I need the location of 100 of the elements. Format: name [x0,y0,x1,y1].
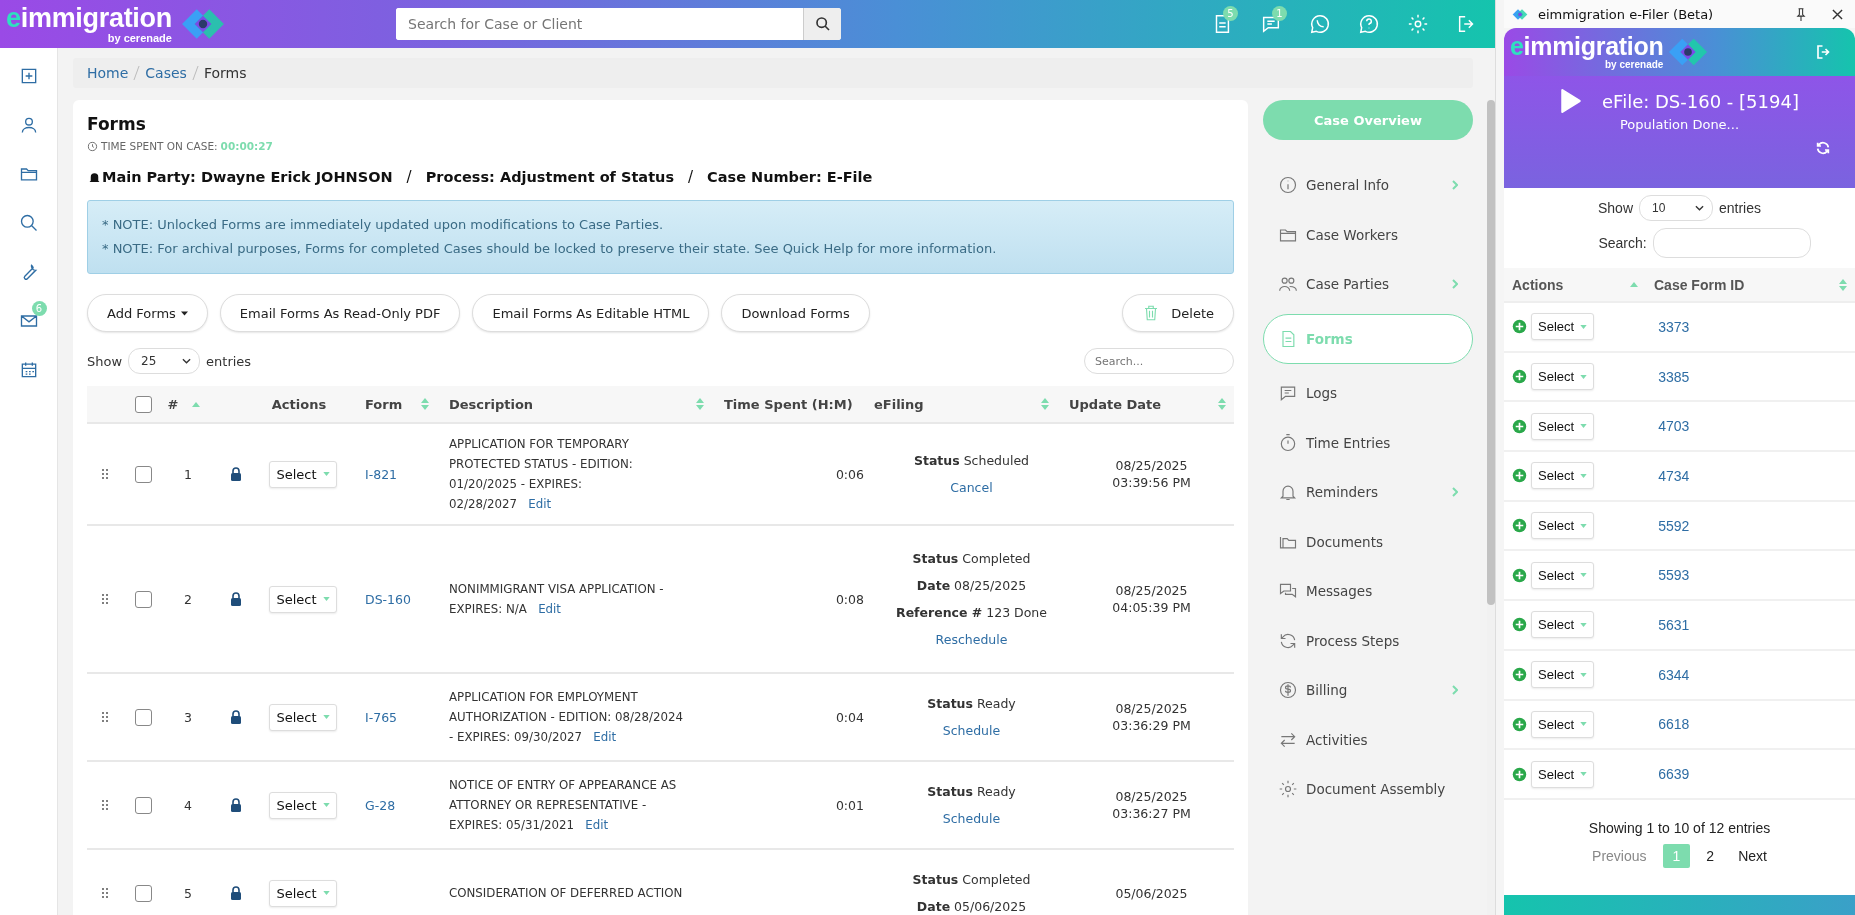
column-header[interactable]: # [167,396,179,412]
action-button[interactable]: Email Forms As Editable HTML [472,294,710,332]
case-nav-item[interactable]: Case Parties [1263,264,1473,304]
actions-dropdown[interactable]: Select [1531,561,1595,589]
column-header[interactable]: Description [449,396,534,412]
actions-dropdown[interactable]: Select [1531,363,1595,391]
efiling-link[interactable]: Cancel [950,478,993,497]
column-header[interactable]: eFiling [874,396,924,412]
add-icon[interactable] [1512,567,1527,583]
add-icon[interactable] [1512,716,1527,732]
case-form-id-link[interactable]: 6639 [1658,766,1690,783]
drag-handle-icon[interactable] [102,800,108,810]
edit-link[interactable]: Edit [585,818,609,832]
case-form-id-link[interactable]: 5631 [1658,616,1690,633]
actions-dropdown[interactable]: Select [269,879,337,907]
case-nav-item[interactable]: General Info [1263,165,1473,205]
add-icon[interactable] [1512,617,1527,633]
row-checkbox[interactable] [134,708,152,726]
drag-handle-icon[interactable] [102,712,108,722]
add-icon[interactable] [1512,518,1527,534]
actions-dropdown[interactable]: Select [1531,313,1595,341]
lock-icon[interactable] [230,886,242,900]
column-header[interactable]: Update Date [1069,396,1162,412]
search-field[interactable] [1652,228,1811,258]
case-nav-item[interactable]: Time Entries [1263,422,1473,463]
lock-icon[interactable] [230,467,242,481]
add-forms-dropdown[interactable]: Add Forms [87,294,208,332]
refresh-icon[interactable] [1815,140,1831,156]
case-form-id-link[interactable]: 6618 [1658,716,1690,733]
case-nav-item[interactable]: Case Workers [1263,214,1473,255]
add-icon[interactable] [1512,369,1527,385]
play-icon[interactable] [1560,88,1583,114]
column-header[interactable]: Form [365,396,403,412]
form-link[interactable]: G-28 [365,797,396,813]
row-checkbox[interactable] [134,796,152,814]
efiling-link[interactable]: Schedule [942,809,1001,828]
case-nav-item[interactable]: Billing [1263,670,1473,710]
actions-dropdown[interactable]: Select [1531,611,1595,639]
edit-link[interactable]: Edit [528,497,552,511]
case-form-id-link[interactable]: 5593 [1658,567,1690,584]
case-nav-item[interactable]: Document Assembly [1263,769,1473,809]
actions-dropdown[interactable]: Select [1531,710,1595,738]
actions-dropdown[interactable]: Select [1531,512,1595,540]
pagination-button[interactable]: 2 [1698,843,1723,868]
actions-dropdown[interactable]: Select [1531,462,1595,490]
lock-icon[interactable] [230,798,242,812]
select-all-checkbox[interactable] [134,395,152,413]
column-header[interactable]: Actions [1512,276,1630,293]
close-icon[interactable] [1832,8,1843,20]
actions-dropdown[interactable]: Select [269,703,337,731]
case-nav-item[interactable]: Messages [1263,571,1473,611]
row-checkbox[interactable] [134,590,152,608]
breadcrumb-link[interactable]: Cases [145,65,187,81]
actions-dropdown[interactable]: Select [269,460,337,488]
add-icon[interactable] [1512,319,1527,335]
breadcrumb-link[interactable]: Home [87,65,129,81]
action-button[interactable]: Download Forms [721,294,870,332]
add-icon[interactable] [1512,418,1527,434]
case-nav-item[interactable]: Logs [1263,373,1473,413]
case-nav-item[interactable]: Process Steps [1263,620,1473,661]
efiling-link[interactable]: Reschedule [935,630,1008,649]
row-checkbox[interactable] [134,465,152,483]
actions-dropdown[interactable]: Select [1531,661,1595,689]
entries-dropdown[interactable]: 10 [1639,195,1713,221]
delete-button[interactable]: Delete [1122,294,1234,332]
add-icon[interactable] [1512,766,1527,782]
add-icon[interactable] [1512,667,1527,683]
actions-dropdown[interactable]: Select [269,791,337,819]
action-button[interactable]: Email Forms As Read-Only PDF [219,294,461,332]
entries-dropdown[interactable]: 25 [128,348,201,374]
case-form-id-link[interactable]: 4703 [1658,418,1690,435]
efiling-link[interactable]: Schedule [942,721,1001,740]
column-header[interactable]: Time Spent (H:M) [724,396,853,412]
case-nav-item[interactable]: Documents [1263,521,1473,562]
row-checkbox[interactable] [134,884,152,902]
edit-link[interactable]: Edit [538,602,561,616]
form-link[interactable]: I-765 [365,709,398,725]
case-form-id-link[interactable]: 3373 [1658,318,1690,335]
pagination-button[interactable]: Next [1730,843,1775,868]
pin-icon[interactable] [1796,7,1806,21]
drag-handle-icon[interactable] [102,888,108,898]
case-form-id-link[interactable]: 6344 [1658,666,1690,683]
edit-link[interactable]: Edit [593,730,617,744]
lock-icon[interactable] [230,592,242,606]
table-search-field[interactable]: Search... [1084,348,1234,374]
add-icon[interactable] [1512,468,1527,484]
lock-icon[interactable] [230,710,242,724]
drag-handle-icon[interactable] [102,594,108,604]
case-form-id-link[interactable]: 5592 [1658,517,1690,534]
search-button[interactable] [803,8,841,40]
case-nav-item[interactable]: Reminders [1263,472,1473,512]
actions-dropdown[interactable]: Select [269,585,337,613]
search-field[interactable]: Search for Case or Client [396,8,841,40]
form-link[interactable]: I-821 [365,466,398,482]
column-header[interactable]: Case Form ID [1654,276,1745,293]
drag-handle-icon[interactable] [102,469,108,479]
form-link[interactable]: DS-160 [365,591,411,607]
case-form-id-link[interactable]: 4734 [1658,467,1690,484]
actions-dropdown[interactable]: Select [1531,412,1595,440]
actions-dropdown[interactable]: Select [1531,760,1595,788]
